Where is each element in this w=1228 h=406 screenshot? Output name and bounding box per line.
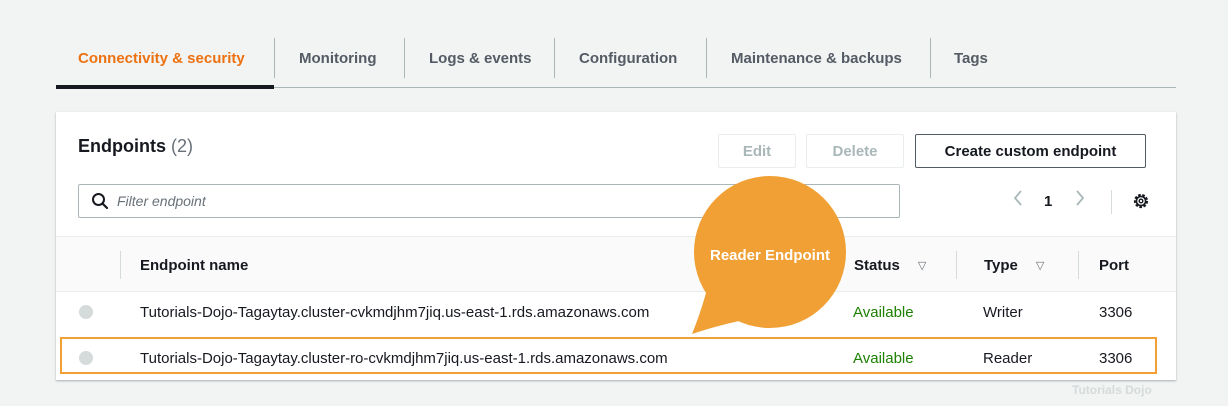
gear-icon[interactable] (1132, 192, 1150, 215)
edit-button[interactable]: Edit (718, 134, 796, 168)
type-cell: Writer (983, 303, 1023, 321)
status-cell: Available (853, 303, 914, 321)
create-custom-endpoint-button[interactable]: Create custom endpoint (915, 134, 1146, 168)
filter-placeholder: Filter endpoint (117, 193, 206, 209)
tab-divider (554, 38, 555, 78)
sort-down-icon[interactable]: ▽ (918, 259, 926, 272)
row-radio-button[interactable] (79, 305, 93, 319)
page-number[interactable]: 1 (1044, 193, 1052, 210)
chevron-left-icon[interactable] (1012, 188, 1024, 214)
tab-connectivity-security[interactable]: Connectivity & security (78, 30, 245, 87)
column-header-endpoint-name[interactable]: Endpoint name (140, 237, 248, 293)
tab-logs-events[interactable]: Logs & events (429, 30, 532, 87)
column-divider (120, 251, 121, 279)
tab-configuration[interactable]: Configuration (579, 30, 677, 87)
tab-divider (706, 38, 707, 78)
tab-tags[interactable]: Tags (954, 30, 988, 87)
tab-divider (274, 38, 275, 78)
tab-maintenance-backups[interactable]: Maintenance & backups (731, 30, 902, 87)
delete-button[interactable]: Delete (806, 134, 904, 168)
filter-endpoint-input[interactable]: Filter endpoint (78, 184, 900, 218)
column-header-port[interactable]: Port (1099, 237, 1129, 293)
table-row[interactable]: Tutorials-Dojo-Tagaytay.cluster-cvkmdjhm… (56, 290, 1176, 334)
chevron-right-icon[interactable] (1074, 188, 1086, 214)
column-divider (1078, 251, 1079, 279)
tab-bar: Connectivity & security Monitoring Logs … (56, 30, 1176, 89)
endpoint-count: (2) (171, 136, 194, 156)
reader-row-highlight (60, 337, 1157, 374)
search-icon (91, 192, 109, 210)
column-header-type[interactable]: Type ▽ (984, 237, 1044, 293)
panel-title: Endpoints (2) (78, 136, 193, 157)
panel-title-text: Endpoints (78, 136, 166, 156)
endpoint-name-cell: Tutorials-Dojo-Tagaytay.cluster-cvkmdjhm… (140, 303, 650, 321)
table-header: Endpoint name Status ▽ Type ▽ Port (56, 236, 1176, 292)
active-tab-indicator (56, 85, 274, 89)
column-header-type-label: Type (984, 256, 1018, 274)
watermark: Tutorials Dojo (1072, 383, 1152, 397)
tab-divider (404, 38, 405, 78)
column-divider (956, 251, 957, 279)
tab-divider (930, 38, 931, 78)
pager-divider (1111, 190, 1112, 214)
sort-down-icon[interactable]: ▽ (1036, 259, 1044, 272)
column-header-status[interactable]: Status ▽ (854, 237, 926, 293)
port-cell: 3306 (1099, 303, 1133, 321)
tab-monitoring[interactable]: Monitoring (299, 30, 376, 87)
column-header-status-label: Status (854, 256, 900, 274)
pagination: 1 (1012, 184, 1086, 218)
